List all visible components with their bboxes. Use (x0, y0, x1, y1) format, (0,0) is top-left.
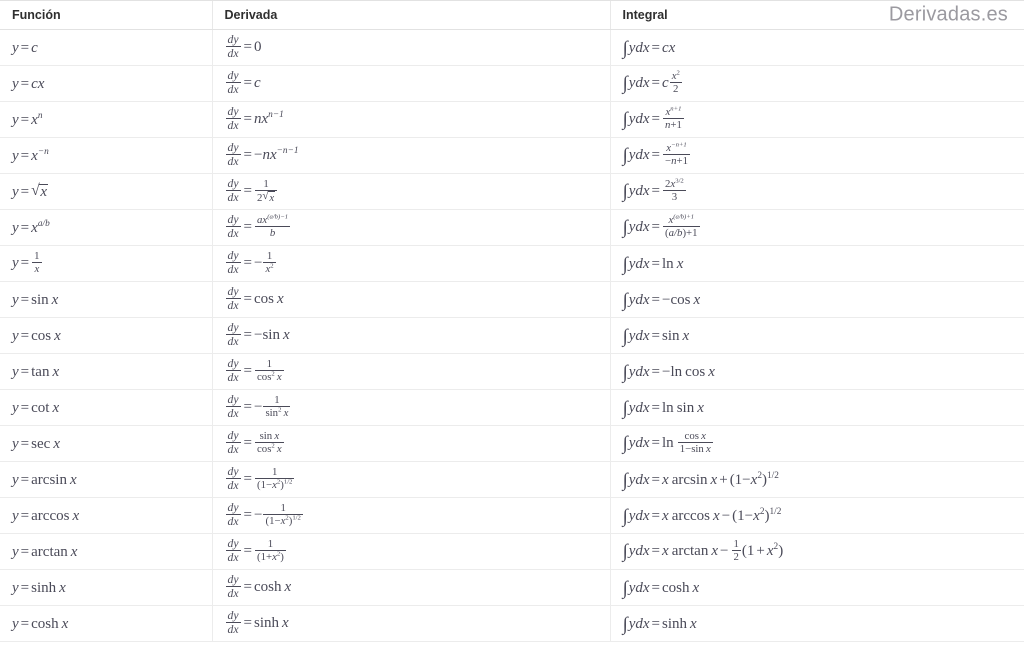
table-header: Función Derivada Integral Derivadas.es (0, 1, 1024, 30)
cell-derivative: dydx=12x (212, 173, 611, 210)
cell-function: y = arcsin x (0, 461, 213, 498)
table-row: y = cx dy dx = c ∫ydx = c x2 2 (0, 65, 1024, 102)
table-row: y = cosh x dy dx = sinh x ∫ydx = sinh x (0, 605, 1024, 642)
cell-integral: ∫ydx = sinh x (610, 605, 1024, 642)
table-row: y = c dy dx = 0 ∫ydx = cx (0, 29, 1024, 66)
cell-function: y = arccos x (0, 497, 213, 534)
cell-function: y = xn (0, 101, 213, 138)
cell-function: y = 1 x (0, 245, 213, 282)
cell-function: y = c (0, 29, 213, 66)
cell-derivative: dy dx = sin x cos2 x (212, 425, 611, 462)
table-row: y = arcsin x dy dx = 1 (1−x2)1/2 ∫ydx = x arcsin… (0, 461, 1024, 498)
cell-function: y = cot x (0, 389, 213, 426)
table-row: y = sinh x dy dx = cosh x ∫ydx = cosh x (0, 569, 1024, 606)
cell-derivative: dy dx = −sin x (212, 317, 611, 354)
cell-derivative: dy dx = 1 (1+x2) (212, 533, 611, 570)
table-row: y = sin x dy dx = cos x ∫ydx = −cos x (0, 281, 1024, 318)
cell-integral: ∫ydx = ln cos x 1−sin x (610, 425, 1024, 462)
cell-derivative: dy dx = c (212, 65, 611, 102)
cell-function: y = xa/b (0, 209, 213, 246)
cell-derivative: dy dx = 1 (1−x2)1/2 (212, 461, 611, 498)
cell-function: y = tan x (0, 353, 213, 390)
cell-derivative: dy dx = 1 cos2 x (212, 353, 611, 390)
cell-integral: ∫ydx = −ln cos x (610, 353, 1024, 390)
cell-derivative: dy dx = −1 (1−x2)1/2 (212, 497, 611, 534)
table-row: y=x dydx=12x ∫ydx=2x3/23 (0, 173, 1024, 210)
derivatives-integrals-table: Función Derivada Integral Derivadas.es y… (0, 1, 1024, 642)
cell-integral: ∫ydx = ln sin x (610, 389, 1024, 426)
cell-integral: ∫ydx = c x2 2 (610, 65, 1024, 102)
cell-integral: ∫ydx = −cos x (610, 281, 1024, 318)
column-header-function: Función (0, 1, 213, 30)
cell-function: y = cosh x (0, 605, 213, 642)
table-row: y = tan x dy dx = 1 cos2 x ∫ydx = −ln cos x (0, 353, 1024, 390)
cell-derivative: dy dx = cosh x (212, 569, 611, 606)
cell-function: y = cos x (0, 317, 213, 354)
cell-integral: ∫ydx = x−n+1 −n+1 (610, 137, 1024, 174)
cell-integral: ∫ydx = x arccos x − (1−x2)1/2 (610, 497, 1024, 534)
cell-integral: ∫ydx = cx (610, 29, 1024, 66)
cell-function: y=x (0, 173, 213, 210)
table-row: y = x−n dy dx = −nx−n−1 ∫ydx = x−n+1 −n+1 (0, 137, 1024, 174)
cell-function: y = arctan x (0, 533, 213, 570)
cell-derivative: dy dx = sinh x (212, 605, 611, 642)
cell-integral: ∫ydx = cosh x (610, 569, 1024, 606)
cell-function: y = sin x (0, 281, 213, 318)
cell-derivative: dy dx = ax(a/b)−1 b (212, 209, 611, 246)
cell-integral: ∫ydx = x(a/b)+1 (a/b)+1 (610, 209, 1024, 246)
cell-derivative: dy dx = −nx−n−1 (212, 137, 611, 174)
formula-table-container: Función Derivada Integral Derivadas.es y… (0, 0, 1024, 642)
cell-function: y = cx (0, 65, 213, 102)
column-header-integral-label: Integral (622, 8, 668, 22)
cell-function: y = sec x (0, 425, 213, 462)
cell-derivative: dy dx = nxn−1 (212, 101, 611, 138)
table-row: y = sec x dy dx = sin x cos2 x ∫ydx = ln cos x 1−… (0, 425, 1024, 462)
cell-integral: ∫ydx = 2x3/2 3 (610, 173, 1024, 210)
table-row: y = arccos x dy dx = −1 (1−x2)1/2 ∫ydx = x arcco… (0, 497, 1024, 534)
table-row: y = 1 x dy dx = −1 x2 ∫ydx = ln x (0, 245, 1024, 282)
cell-derivative: dy dx = −1 x2 (212, 245, 611, 282)
cell-integral: ∫ydx = x arctan x −1 2 (1 + x2) (610, 533, 1024, 570)
cell-derivative: dy dx = −1 sin2 x (212, 389, 611, 426)
table-row: y = cos x dy dx = −sin x ∫ydx = sin x (0, 317, 1024, 354)
table-body: y = c dy dx = 0 ∫ydx = cx y = cx dy dx = c ∫ydx = c x2 2… (0, 29, 1024, 642)
site-brand-logo: Derivadas.es (888, 3, 1008, 26)
cell-function: y = x−n (0, 137, 213, 174)
cell-derivative: dy dx = 0 (212, 29, 611, 66)
cell-integral: ∫ydx = ln x (610, 245, 1024, 282)
cell-integral: ∫ydx = x arcsin x + (1−x2)1/2 (610, 461, 1024, 498)
column-header-integral: Integral Derivadas.es (610, 1, 1024, 30)
cell-derivative: dy dx = cos x (212, 281, 611, 318)
column-header-derivative: Derivada (212, 1, 611, 30)
cell-integral: ∫ydx = sin x (610, 317, 1024, 354)
header-row: Función Derivada Integral Derivadas.es (0, 1, 1024, 30)
table-row: y = cot x dy dx = −1 sin2 x ∫ydx = ln sin x (0, 389, 1024, 426)
table-row: y = xa/b dy dx = ax(a/b)−1 b ∫ydx = x(a/b)+1 (a/b… (0, 209, 1024, 246)
table-row: y = xn dy dx = nxn−1 ∫ydx = xn+1 n+1 (0, 101, 1024, 138)
cell-integral: ∫ydx = xn+1 n+1 (610, 101, 1024, 138)
cell-function: y = sinh x (0, 569, 213, 606)
table-row: y = arctan x dy dx = 1 (1+x2) ∫ydx = x arctan x −… (0, 533, 1024, 570)
